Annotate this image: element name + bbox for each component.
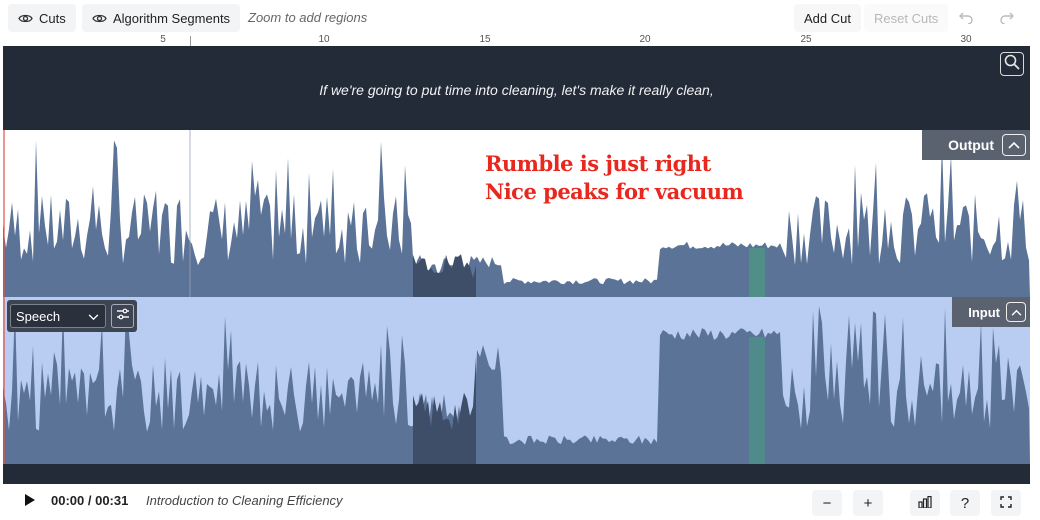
redo-icon[interactable] (994, 6, 1020, 30)
fullscreen-button[interactable] (991, 490, 1021, 516)
reset-cuts-button[interactable]: Reset Cuts (864, 4, 949, 32)
play-button[interactable] (20, 492, 40, 512)
algorithm-segments-toggle-button[interactable]: Algorithm Segments (82, 4, 241, 32)
ruler-tick: 30 (960, 34, 972, 45)
cuts-label: Cuts (39, 10, 66, 26)
eye-icon (92, 13, 107, 24)
input-collapse-button[interactable] (1006, 302, 1026, 322)
fullscreen-icon (1000, 495, 1012, 512)
filter-settings-button[interactable] (111, 304, 134, 328)
zoom-in-button[interactable]: + (853, 490, 883, 516)
eye-icon (18, 13, 33, 24)
annotation-line-2: Nice peaks for vacuum (485, 179, 744, 204)
zoom-hint: Zoom to add regions (248, 10, 368, 25)
transport-bar: 00:00 / 00:31 Introduction to Cleaning E… (0, 484, 1040, 520)
output-collapse-button[interactable] (1002, 134, 1026, 156)
speech-select-value: Speech (16, 308, 61, 324)
ruler-tick: 15 (479, 34, 491, 45)
sliders-icon (116, 307, 130, 325)
subtitle-text: If we're going to put time into cleaning… (319, 82, 714, 98)
speech-panel: Speech (7, 300, 137, 332)
bar-chart-icon (918, 495, 932, 512)
algorithm-segments-label: Algorithm Segments (113, 10, 231, 26)
input-track-label: Input (968, 304, 1000, 320)
search-icon (1004, 54, 1020, 75)
time-ruler[interactable]: 5 10 15 20 25 30 (3, 34, 1030, 46)
undo-icon[interactable] (953, 6, 979, 30)
highlight-segment (749, 337, 765, 464)
annotation-note: Rumble is just right Nice peaks for vacu… (485, 150, 744, 206)
output-track-label: Output (948, 137, 994, 153)
ruler-tick: 10 (318, 34, 330, 45)
annotation-line-1: Rumble is just right (485, 151, 711, 176)
bottom-band (3, 464, 1030, 484)
chevron-down-icon (88, 309, 99, 324)
ruler-tick: 25 (800, 34, 812, 45)
time-display: 00:00 / 00:31 (51, 493, 129, 508)
ruler-tick: 5 (160, 34, 166, 45)
input-label-box: Input (952, 297, 1030, 327)
play-icon (24, 493, 36, 512)
toolbar: Cuts Algorithm Segments Zoom to add regi… (0, 0, 1040, 36)
input-waveform (3, 297, 1030, 464)
cuts-toggle-button[interactable]: Cuts (8, 4, 76, 32)
help-button[interactable]: ? (950, 490, 980, 516)
zoom-out-button[interactable]: − (812, 490, 842, 516)
search-button[interactable] (1000, 52, 1024, 76)
ruler-cursor (190, 36, 191, 46)
highlight-segment (749, 248, 765, 297)
output-label-box: Output (922, 130, 1030, 160)
speech-select[interactable]: Speech (10, 304, 106, 328)
track-title: Introduction to Cleaning Efficiency (146, 493, 343, 508)
add-cut-button[interactable]: Add Cut (794, 4, 861, 32)
chevron-up-icon (1011, 303, 1022, 321)
chevron-up-icon (1008, 136, 1020, 154)
ruler-tick: 20 (639, 34, 651, 45)
input-waveform-track[interactable]: Input (3, 297, 1030, 464)
subtitle-band: If we're going to put time into cleaning… (3, 46, 1030, 130)
stats-button[interactable] (910, 490, 940, 516)
